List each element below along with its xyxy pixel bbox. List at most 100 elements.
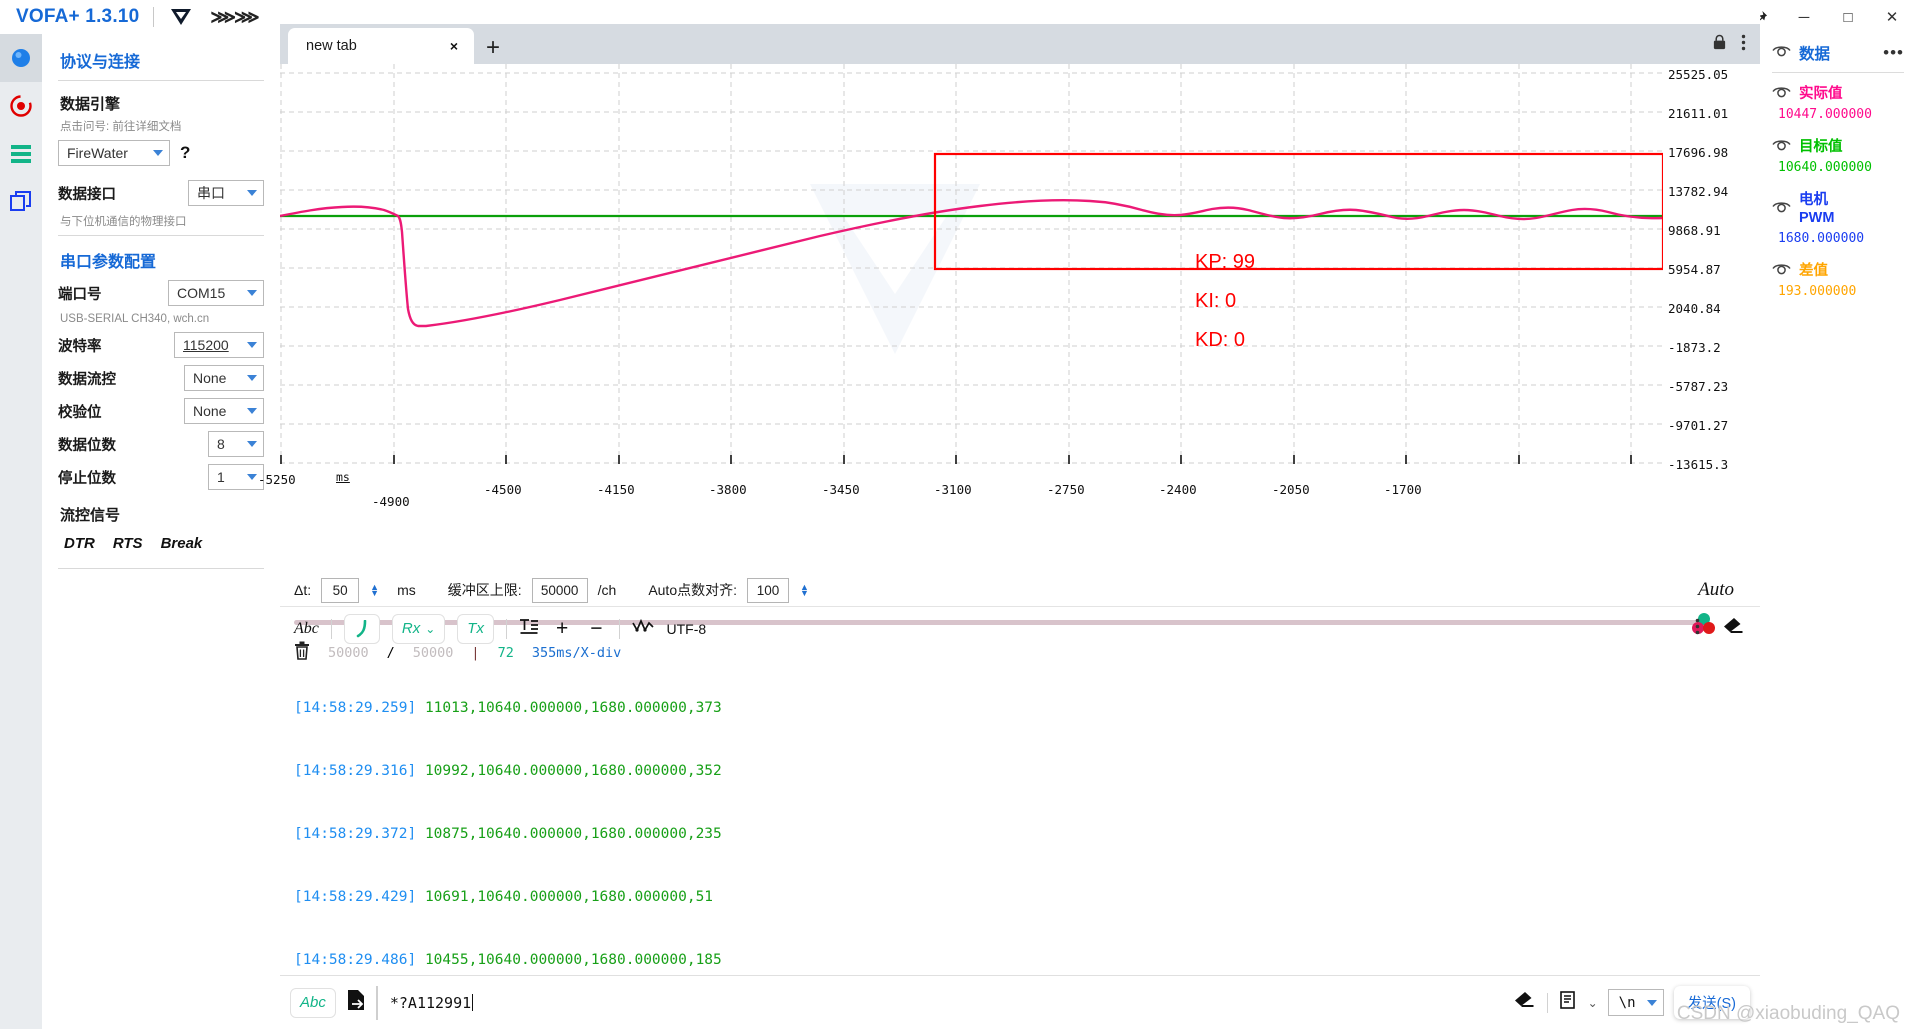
main-content: new tab × + KP: 99 KI: 0 KD: 0 25525.05 … (258, 0, 1760, 1029)
chevron-down-icon: ⌄ (425, 621, 436, 636)
log-timestamp: [14:58:29.259] (294, 700, 417, 716)
x-axis-unit: ms (336, 470, 350, 484)
data-interface-label: 数据接口 (58, 186, 116, 203)
waveform-icon[interactable] (632, 618, 655, 639)
baudrate-select[interactable]: 115200 (174, 332, 264, 358)
stopbits-select[interactable]: 1 (208, 464, 264, 490)
flow-signal-title: 流控信号 (60, 507, 121, 524)
y-tick: 5954.87 (1668, 262, 1721, 277)
rts-button[interactable]: RTS (113, 535, 143, 552)
variable-value: 1680.000000 (1778, 231, 1865, 246)
data-interface-select[interactable]: 串口 (188, 180, 264, 206)
y-tick: 13782.94 (1668, 184, 1729, 199)
send-input[interactable]: *?A112991 (375, 985, 1503, 1020)
chevron-down-icon (247, 290, 257, 296)
variable-name: 目标值 (1799, 139, 1843, 155)
layers-rail-icon[interactable] (0, 130, 42, 178)
baudrate-label: 波特率 (58, 338, 102, 355)
chevron-down-icon (247, 375, 257, 381)
increase-font-button[interactable]: + (551, 617, 573, 641)
sidebar-divider-1 (58, 80, 264, 81)
buffer-input[interactable]: 50000 (531, 577, 588, 603)
chevron-down-icon[interactable]: ⌄ (1588, 996, 1598, 1010)
chevron-down-icon (247, 408, 257, 414)
add-tab-button[interactable]: + (486, 34, 500, 62)
title-divider (153, 7, 155, 27)
decrease-font-button[interactable]: − (585, 617, 607, 641)
y-tick: 21611.01 (1668, 106, 1729, 121)
expand-chevrons-icon[interactable]: ⋙⋙ (210, 7, 259, 28)
eye-icon[interactable] (1772, 44, 1791, 62)
file-send-icon[interactable] (346, 989, 366, 1016)
eye-icon[interactable] (1772, 262, 1791, 280)
eraser-icon[interactable] (1722, 617, 1746, 640)
more-options-icon[interactable]: ••• (1883, 43, 1904, 63)
x-tick: -2400 (1159, 482, 1197, 497)
rx-toggle[interactable]: Rx ⌄ (391, 613, 446, 644)
eye-icon[interactable] (1772, 85, 1791, 103)
chart-area: KP: 99 KI: 0 KD: 0 25525.05 21611.01 176… (258, 64, 1760, 661)
port-select[interactable]: COM15 (168, 280, 264, 306)
log-line: [14:58:29.316] 10992,10640.000000,1680.0… (294, 761, 1760, 782)
windows-rail-icon[interactable] (0, 178, 42, 226)
tab-label: new tab (306, 38, 357, 54)
dt-stepper[interactable]: ▲ ▼ (370, 583, 379, 598)
dt-input[interactable]: 50 (321, 577, 360, 603)
maximize-button[interactable]: □ (1826, 0, 1870, 34)
encoding-label[interactable]: UTF-8 (666, 621, 706, 637)
waveform-plot[interactable]: KP: 99 KI: 0 KD: 0 (280, 64, 1663, 464)
data-engine-select[interactable]: FireWater (58, 140, 170, 166)
data-panel-divider (1772, 72, 1904, 73)
history-icon[interactable] (1558, 990, 1578, 1015)
serial-log[interactable]: [14:58:29.259] 11013,10640.000000,1680.0… (280, 650, 1760, 975)
minimize-button[interactable]: ─ (1782, 0, 1826, 34)
variable-name: 电机 PWM (1799, 192, 1835, 226)
serial-params-title: 串口参数配置 (60, 254, 157, 271)
abc-format-button[interactable]: Abc (294, 620, 319, 638)
connection-rail-icon[interactable] (0, 34, 42, 82)
settings-sidebar: 协议与连接 数据引擎 点击问号: 前往详细文档 FireWater ? 数据接口… (42, 34, 280, 1029)
variable-name: 实际值 (1799, 86, 1843, 102)
auto-label[interactable]: Auto (1698, 579, 1734, 601)
data-interface-hint: 与下位机通信的物理接口 (60, 216, 187, 228)
log-line: [14:58:29.372] 10875,10640.000000,1680.0… (294, 824, 1760, 845)
align-stepper[interactable]: ▲ ▼ (800, 583, 809, 598)
kebab-menu-icon[interactable] (1741, 34, 1746, 56)
buffer-label: 缓冲区上限: (447, 582, 522, 598)
eraser-icon[interactable] (1513, 991, 1537, 1014)
app-root: VOFA+ 1.3.10 ⋙⋙ ─ □ ✕ 协议与连接 数据引擎 点击问号: 前… (0, 0, 1914, 1029)
align-input[interactable]: 100 (747, 577, 790, 603)
record-rail-icon[interactable] (0, 82, 42, 130)
y-tick: 25525.05 (1668, 67, 1729, 82)
break-button[interactable]: Break (161, 535, 203, 552)
toolbar-divider (505, 618, 507, 639)
databits-select[interactable]: 8 (208, 431, 264, 457)
abc-format-button[interactable]: Abc (290, 987, 336, 1018)
close-button[interactable]: ✕ (1870, 0, 1914, 34)
newline-select[interactable]: \n (1607, 989, 1664, 1016)
lock-icon[interactable] (1712, 34, 1727, 56)
help-question-icon[interactable]: ? (180, 143, 190, 163)
data-engine-hint: 点击问号: 前往详细文档 (60, 121, 182, 133)
stopbits-label: 停止位数 (58, 470, 116, 487)
text-wrap-icon[interactable] (519, 617, 539, 640)
log-timestamp: [14:58:29.429] (294, 889, 417, 905)
chevron-down-icon (1646, 999, 1657, 1006)
dtr-button[interactable]: DTR (64, 535, 95, 552)
parity-select[interactable]: None (184, 398, 264, 424)
x-tick: -3800 (709, 482, 747, 497)
phone-hook-icon[interactable] (343, 613, 380, 644)
tab-new-tab[interactable]: new tab × (288, 28, 474, 64)
port-label: 端口号 (58, 286, 102, 303)
y-axis-labels: 25525.05 21611.01 17696.98 13782.94 9868… (1668, 64, 1760, 484)
y-tick: -9701.27 (1668, 418, 1729, 433)
data-engine-value: FireWater (67, 145, 128, 161)
flowcontrol-select[interactable]: None (184, 365, 264, 391)
kebab-menu-icon[interactable] (1695, 618, 1700, 640)
variable-value: 193.000000 (1778, 284, 1857, 299)
eye-icon[interactable] (1772, 138, 1791, 156)
dt-label: Δt: (294, 582, 312, 598)
tx-toggle[interactable]: Tx (457, 613, 494, 644)
eye-icon[interactable] (1772, 200, 1791, 218)
close-icon[interactable]: × (446, 38, 462, 54)
